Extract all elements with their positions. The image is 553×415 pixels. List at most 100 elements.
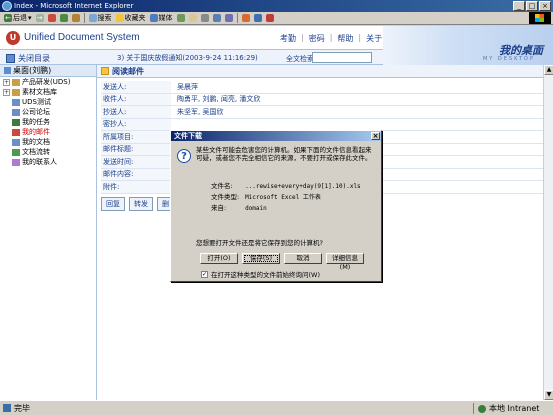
open-button[interactable]: 打开(O): [200, 253, 238, 264]
home-button[interactable]: [71, 14, 80, 22]
always-ask-label: 在打开这种类型的文件前始终询问(W): [211, 271, 320, 279]
folder-icon: [12, 118, 20, 126]
minimize-button[interactable]: _: [513, 1, 525, 11]
mail-field-label: 邮件内容:: [101, 168, 171, 180]
mail-field-value: 吴晨萍: [177, 82, 198, 91]
dialog-close-button[interactable]: ×: [371, 132, 380, 140]
nav-about[interactable]: 关于: [366, 33, 382, 44]
status-bar: 完毕 本地 Intranet: [0, 400, 553, 415]
favorites-button[interactable]: 收藏夹: [115, 13, 146, 23]
printer-icon: [200, 14, 209, 22]
history-button[interactable]: [176, 14, 185, 22]
mail-field-row: 收件人: 陶勇平, 刘鹏, 闻亮, 潘文欣: [101, 93, 549, 106]
windows-logo-icon: [529, 12, 551, 24]
nav-help[interactable]: 帮助: [337, 33, 353, 44]
file-name-value: ...rewise+every+day(9[1].10).xls: [245, 183, 361, 190]
mail-field-label: 邮件标题:: [101, 143, 171, 155]
tree-item[interactable]: UDS测试: [0, 97, 96, 107]
ie-icon: [2, 1, 12, 11]
edit-icon: [212, 14, 221, 22]
tree-item-label: 我的邮件: [22, 128, 50, 136]
mail-action-button[interactable]: 转发: [129, 196, 153, 211]
security-zone: 本地 Intranet: [473, 403, 539, 414]
mail-field-label: 发送时间:: [101, 156, 171, 168]
tree-item[interactable]: 文档流转: [0, 147, 96, 157]
from-value: domain: [245, 205, 267, 212]
security-warning-text: 某些文件可能会危害您的计算机。如果下面的文件信息看起来可疑，或者您不完全相信它的…: [196, 146, 372, 162]
tree-item-label: 文档流转: [22, 148, 50, 156]
mail-field-label: 抄送人:: [101, 106, 171, 118]
tree-item[interactable]: 我的任务: [0, 117, 96, 127]
expand-icon[interactable]: +: [3, 78, 10, 86]
mail-field-label: 收件人:: [101, 93, 171, 105]
save-button[interactable]: 保存(S): [242, 253, 280, 264]
tree-item[interactable]: + 素材文档库: [0, 87, 96, 97]
forward-button[interactable]: →: [35, 14, 44, 22]
tree-item[interactable]: 我的联系人: [0, 157, 96, 167]
maximize-button[interactable]: □: [526, 1, 538, 11]
dialog-buttons: 打开(O) 保存(S) 取消 详细信息(M): [200, 253, 364, 271]
always-ask-checkbox[interactable]: ✓: [201, 270, 208, 278]
tree-item-label: 我的联系人: [22, 158, 57, 166]
folder-icon: [6, 54, 15, 63]
mail-action-button[interactable]: 回复: [101, 196, 125, 211]
back-button[interactable]: ← 后退 ▾: [4, 13, 32, 23]
nav-attendance[interactable]: 考勤: [280, 33, 296, 44]
mail-icon: [188, 14, 197, 22]
vertical-scrollbar[interactable]: ▲ ▼: [543, 65, 553, 400]
tree-item-label: 公司论坛: [22, 108, 50, 116]
dialog-title-bar[interactable]: 文件下载 ×: [171, 131, 381, 141]
print-button[interactable]: [200, 14, 209, 22]
tree-item[interactable]: 我的邮件: [0, 127, 96, 137]
close-directory-button[interactable]: 关闭目录: [6, 53, 50, 64]
details-button[interactable]: 详细信息(M): [326, 253, 364, 271]
refresh-button[interactable]: [59, 14, 68, 22]
media-button[interactable]: 媒体: [149, 13, 173, 23]
forward-arrow-icon: →: [35, 14, 44, 22]
mail-field-label: 密抄人:: [101, 118, 171, 130]
messenger-icon: [241, 14, 250, 22]
mail-field-row: 发送人: 吴晨萍: [101, 81, 549, 94]
tree-item[interactable]: + 产品研发(UDS): [0, 77, 96, 87]
file-info: 文件名: ...rewise+every+day(9[1].10).xls 文件…: [211, 181, 361, 214]
tree-line: [3, 129, 10, 136]
refresh-icon: [59, 14, 68, 22]
folder-icon: [12, 148, 20, 156]
file-type-value: Microsoft Excel 工作表: [245, 194, 321, 201]
extra-tool-button-2[interactable]: [265, 14, 274, 22]
sidebar-tree: 桌面(刘鹏) + 产品研发(UDS) + 素材文档库 UDS测试 公司论坛 我的任务 我的邮件…: [0, 65, 97, 400]
tree-line: [3, 119, 10, 126]
mail-field-label: 附件:: [101, 181, 171, 193]
edit-button[interactable]: [212, 14, 221, 22]
tree-line: [3, 159, 10, 166]
expand-icon[interactable]: +: [3, 88, 10, 96]
fulltext-search-input[interactable]: [312, 52, 372, 63]
cancel-button[interactable]: 取消: [284, 253, 322, 264]
scroll-down-button[interactable]: ▼: [544, 390, 553, 400]
tree-item-label: 素材文档库: [22, 88, 57, 96]
nav-password[interactable]: 密码: [309, 33, 325, 44]
intranet-icon: [478, 404, 486, 413]
tree-line: [3, 149, 10, 156]
tree-item[interactable]: 公司论坛: [0, 107, 96, 117]
search-icon: [88, 14, 97, 22]
tree-item[interactable]: 我的文档: [0, 137, 96, 147]
notice-marquee[interactable]: 3) 关于国庆放假通知(2003-9-24 11:16:29): [117, 53, 258, 63]
ie-toolbar: ← 后退 ▾ → 搜索 收藏夹 媒体: [0, 12, 553, 25]
scroll-up-button[interactable]: ▲: [544, 65, 553, 75]
messenger-button[interactable]: [241, 14, 250, 22]
tree-root[interactable]: 桌面(刘鹏): [0, 65, 96, 77]
mail-button[interactable]: [188, 14, 197, 22]
folder-icon: [12, 98, 20, 106]
fulltext-search-label: 全文检索: [286, 55, 314, 63]
stop-button[interactable]: [47, 14, 56, 22]
extra-tool-button[interactable]: [253, 14, 262, 22]
always-ask-option: ✓ 在打开这种类型的文件前始终询问(W): [201, 269, 320, 279]
discuss-button[interactable]: [224, 14, 233, 22]
close-window-button[interactable]: ×: [539, 1, 551, 11]
dialog-title: 文件下载: [174, 132, 202, 140]
mail-field-row: 抄送人: 朱坚军, 吴国欣: [101, 106, 549, 119]
tool-icon: [265, 14, 274, 22]
tree-item-label: 我的文档: [22, 138, 50, 146]
search-button[interactable]: 搜索: [88, 13, 112, 23]
